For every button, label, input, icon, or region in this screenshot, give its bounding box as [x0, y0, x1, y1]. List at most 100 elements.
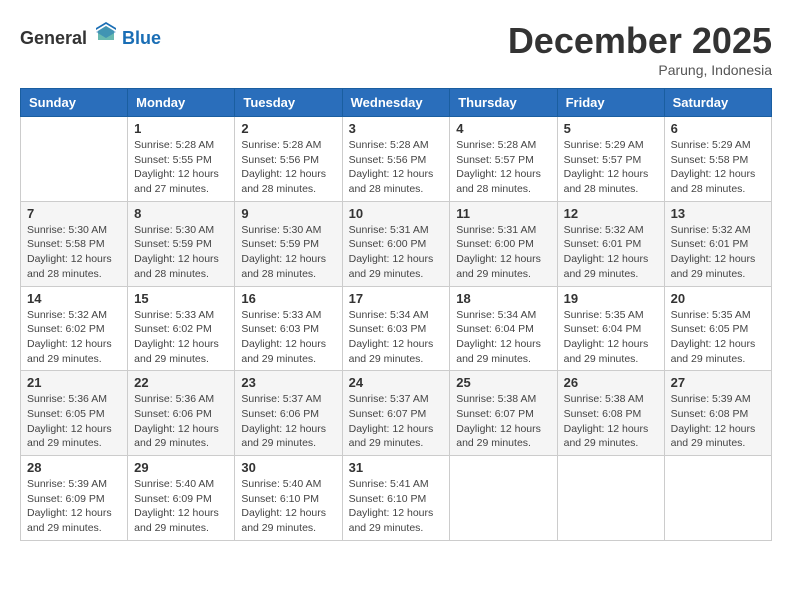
day-info: Sunrise: 5:35 AMSunset: 6:05 PMDaylight:… — [671, 308, 765, 367]
day-info: Sunrise: 5:32 AMSunset: 6:01 PMDaylight:… — [671, 223, 765, 282]
day-info: Sunrise: 5:31 AMSunset: 6:00 PMDaylight:… — [349, 223, 444, 282]
logo-icon — [94, 20, 118, 44]
day-number: 8 — [134, 206, 228, 221]
logo-general: General — [20, 28, 87, 48]
calendar-cell: 24 Sunrise: 5:37 AMSunset: 6:07 PMDayligh… — [342, 371, 450, 456]
day-info: Sunrise: 5:33 AMSunset: 6:03 PMDaylight:… — [241, 308, 335, 367]
day-number: 4 — [456, 121, 550, 136]
day-number: 13 — [671, 206, 765, 221]
day-number: 14 — [27, 291, 121, 306]
day-header-monday: Monday — [128, 89, 235, 117]
day-info: Sunrise: 5:31 AMSunset: 6:00 PMDaylight:… — [456, 223, 550, 282]
day-info: Sunrise: 5:36 AMSunset: 6:06 PMDaylight:… — [134, 392, 228, 451]
day-number: 19 — [564, 291, 658, 306]
calendar-cell: 23Sunrise: 5:37 AMSunset: 6:06 PMDayligh… — [235, 371, 342, 456]
calendar-cell — [450, 456, 557, 541]
day-header-sunday: Sunday — [21, 89, 128, 117]
day-number: 6 — [671, 121, 765, 136]
calendar-cell — [21, 117, 128, 202]
day-info: Sunrise: 5:34 AMSunset: 6:03 PMDaylight:… — [349, 308, 444, 367]
calendar-cell: 4 Sunrise: 5:28 AMSunset: 5:57 PMDaylight… — [450, 117, 557, 202]
logo: General Blue — [20, 20, 161, 49]
day-number: 11 — [456, 206, 550, 221]
day-info: Sunrise: 5:29 AMSunset: 5:58 PMDaylight:… — [671, 138, 765, 197]
day-info: Sunrise: 5:35 AMSunset: 6:04 PMDaylight:… — [564, 308, 658, 367]
day-number: 30 — [241, 460, 335, 475]
day-info: Sunrise: 5:30 AMSunset: 5:58 PMDaylight:… — [27, 223, 121, 282]
day-number: 12 — [564, 206, 658, 221]
calendar-cell: 10Sunrise: 5:31 AMSunset: 6:00 PMDayligh… — [342, 201, 450, 286]
day-info: Sunrise: 5:37 AMSunset: 6:06 PMDaylight:… — [241, 392, 335, 451]
day-number: 26 — [564, 375, 658, 390]
calendar-table: SundayMondayTuesdayWednesdayThursdayFrid… — [20, 88, 772, 541]
calendar-cell: 31 Sunrise: 5:41 AMSunset: 6:10 PMDayligh… — [342, 456, 450, 541]
day-header-thursday: Thursday — [450, 89, 557, 117]
day-info: Sunrise: 5:37 AMSunset: 6:07 PMDaylight:… — [349, 392, 444, 451]
day-info: Sunrise: 5:28 AMSunset: 5:57 PMDaylight:… — [456, 138, 550, 197]
calendar-cell: 26 Sunrise: 5:38 AMSunset: 6:08 PMDayligh… — [557, 371, 664, 456]
day-number: 16 — [241, 291, 335, 306]
calendar-cell: 27Sunrise: 5:39 AMSunset: 6:08 PMDayligh… — [664, 371, 771, 456]
day-number: 20 — [671, 291, 765, 306]
day-info: Sunrise: 5:39 AMSunset: 6:09 PMDaylight:… — [27, 477, 121, 536]
logo-blue: Blue — [122, 28, 161, 48]
calendar-cell: 22 Sunrise: 5:36 AMSunset: 6:06 PMDayligh… — [128, 371, 235, 456]
day-info: Sunrise: 5:30 AMSunset: 5:59 PMDaylight:… — [134, 223, 228, 282]
day-info: Sunrise: 5:28 AMSunset: 5:56 PMDaylight:… — [349, 138, 444, 197]
day-info: Sunrise: 5:34 AMSunset: 6:04 PMDaylight:… — [456, 308, 550, 367]
day-info: Sunrise: 5:28 AMSunset: 5:56 PMDaylight:… — [241, 138, 335, 197]
day-number: 21 — [27, 375, 121, 390]
calendar-cell: 3 Sunrise: 5:28 AMSunset: 5:56 PMDaylight… — [342, 117, 450, 202]
day-number: 5 — [564, 121, 658, 136]
day-number: 3 — [349, 121, 444, 136]
calendar-week-row: 21 Sunrise: 5:36 AMSunset: 6:05 PMDayligh… — [21, 371, 772, 456]
calendar-cell — [664, 456, 771, 541]
logo-content: General Blue — [20, 20, 161, 49]
day-number: 18 — [456, 291, 550, 306]
day-header-saturday: Saturday — [664, 89, 771, 117]
day-number: 22 — [134, 375, 228, 390]
title-section: December 2025 Parung, Indonesia — [508, 20, 772, 78]
month-year-title: December 2025 — [508, 20, 772, 62]
day-number: 17 — [349, 291, 444, 306]
calendar-cell: 13 Sunrise: 5:32 AMSunset: 6:01 PMDayligh… — [664, 201, 771, 286]
day-header-friday: Friday — [557, 89, 664, 117]
calendar-cell: 29 Sunrise: 5:40 AMSunset: 6:09 PMDayligh… — [128, 456, 235, 541]
day-info: Sunrise: 5:38 AMSunset: 6:07 PMDaylight:… — [456, 392, 550, 451]
location-subtitle: Parung, Indonesia — [508, 62, 772, 78]
page-header: General Blue December 2025 Parung, Indon… — [20, 20, 772, 78]
calendar-week-row: 1Sunrise: 5:28 AMSunset: 5:55 PMDaylight… — [21, 117, 772, 202]
calendar-week-row: 14Sunrise: 5:32 AMSunset: 6:02 PMDayligh… — [21, 286, 772, 371]
day-number: 2 — [241, 121, 335, 136]
calendar-cell: 14Sunrise: 5:32 AMSunset: 6:02 PMDayligh… — [21, 286, 128, 371]
day-info: Sunrise: 5:38 AMSunset: 6:08 PMDaylight:… — [564, 392, 658, 451]
day-number: 24 — [349, 375, 444, 390]
day-number: 7 — [27, 206, 121, 221]
calendar-cell: 17 Sunrise: 5:34 AMSunset: 6:03 PMDayligh… — [342, 286, 450, 371]
calendar-cell: 16 Sunrise: 5:33 AMSunset: 6:03 PMDayligh… — [235, 286, 342, 371]
day-info: Sunrise: 5:30 AMSunset: 5:59 PMDaylight:… — [241, 223, 335, 282]
calendar-cell: 5Sunrise: 5:29 AMSunset: 5:57 PMDaylight… — [557, 117, 664, 202]
day-info: Sunrise: 5:36 AMSunset: 6:05 PMDaylight:… — [27, 392, 121, 451]
calendar-cell: 2 Sunrise: 5:28 AMSunset: 5:56 PMDaylight… — [235, 117, 342, 202]
day-info: Sunrise: 5:32 AMSunset: 6:01 PMDaylight:… — [564, 223, 658, 282]
calendar-week-row: 7 Sunrise: 5:30 AMSunset: 5:58 PMDaylight… — [21, 201, 772, 286]
calendar-cell — [557, 456, 664, 541]
day-number: 9 — [241, 206, 335, 221]
day-header-tuesday: Tuesday — [235, 89, 342, 117]
day-info: Sunrise: 5:40 AMSunset: 6:10 PMDaylight:… — [241, 477, 335, 536]
day-number: 25 — [456, 375, 550, 390]
day-number: 31 — [349, 460, 444, 475]
calendar-cell: 11 Sunrise: 5:31 AMSunset: 6:00 PMDayligh… — [450, 201, 557, 286]
day-info: Sunrise: 5:39 AMSunset: 6:08 PMDaylight:… — [671, 392, 765, 451]
calendar-cell: 15Sunrise: 5:33 AMSunset: 6:02 PMDayligh… — [128, 286, 235, 371]
calendar-week-row: 28Sunrise: 5:39 AMSunset: 6:09 PMDayligh… — [21, 456, 772, 541]
day-number: 15 — [134, 291, 228, 306]
day-info: Sunrise: 5:28 AMSunset: 5:55 PMDaylight:… — [134, 138, 228, 197]
calendar-cell: 7 Sunrise: 5:30 AMSunset: 5:58 PMDaylight… — [21, 201, 128, 286]
day-info: Sunrise: 5:41 AMSunset: 6:10 PMDaylight:… — [349, 477, 444, 536]
day-info: Sunrise: 5:40 AMSunset: 6:09 PMDaylight:… — [134, 477, 228, 536]
day-number: 29 — [134, 460, 228, 475]
calendar-cell: 20 Sunrise: 5:35 AMSunset: 6:05 PMDayligh… — [664, 286, 771, 371]
calendar-cell: 30 Sunrise: 5:40 AMSunset: 6:10 PMDayligh… — [235, 456, 342, 541]
